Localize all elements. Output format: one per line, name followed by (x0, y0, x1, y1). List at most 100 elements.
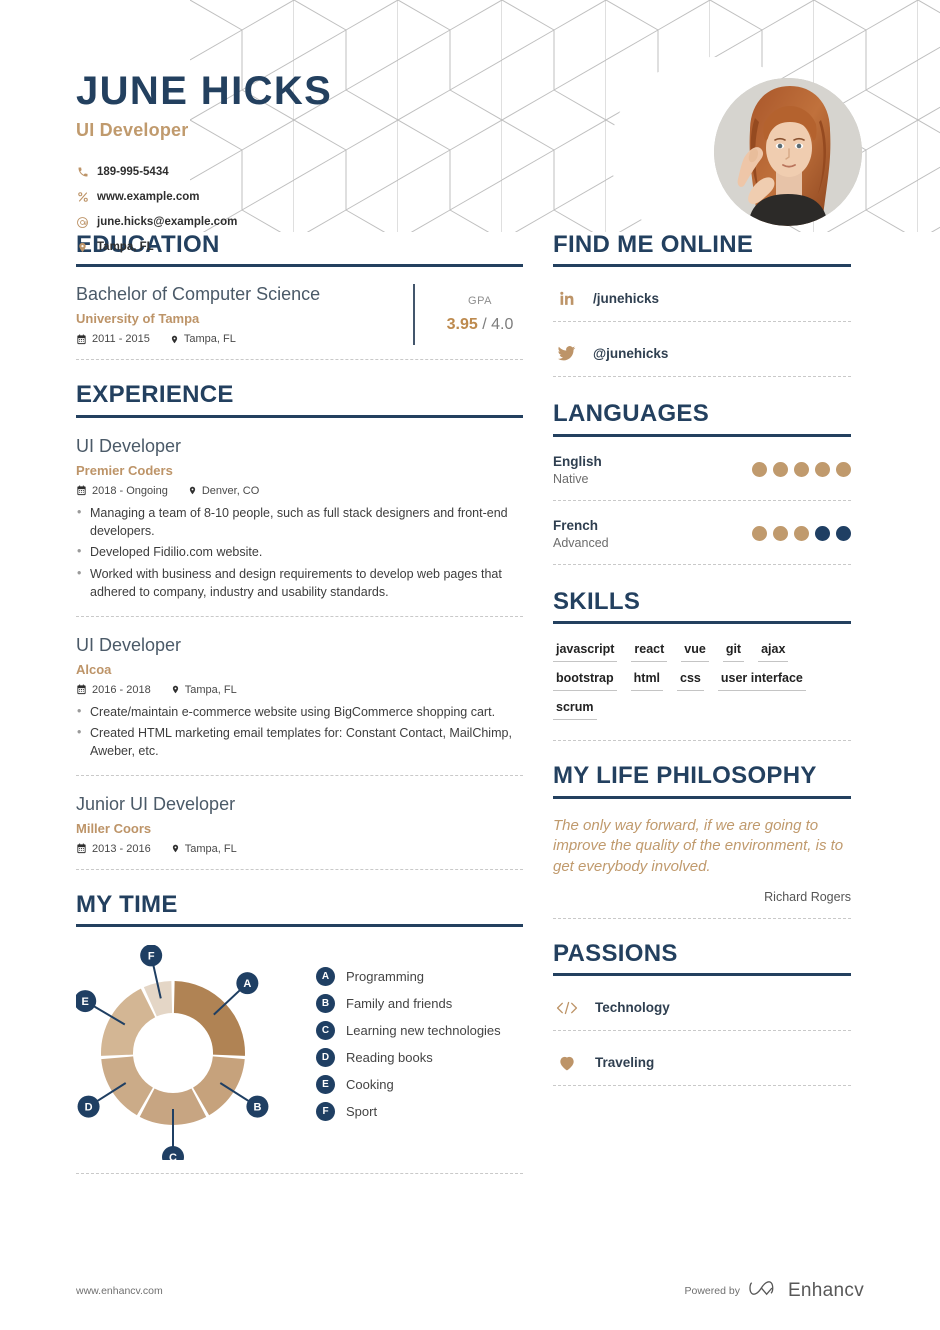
calendar-icon (76, 843, 87, 854)
profile-photo-illustration (714, 78, 862, 226)
contact-email-text: june.hicks@example.com (97, 216, 238, 228)
social-link-linkedin[interactable]: /junehicks (553, 267, 851, 313)
job-location: Denver, CO (188, 485, 259, 497)
gpa-block: GPA 3.95 / 4.0 (413, 284, 523, 346)
contact-website-text: www.example.com (97, 191, 200, 203)
philosophy-quote: The only way forward, if we are going to… (553, 816, 844, 875)
education-location-text: Tampa, FL (183, 333, 236, 346)
location-icon (171, 684, 180, 695)
phone-icon (76, 166, 89, 178)
section-title-languages: LANGUAGES (553, 400, 710, 428)
language-item: French Advanced (553, 501, 851, 550)
section-title-philosophy: MY LIFE PHILOSOPHY (553, 762, 817, 790)
job-company: Alcoa (76, 661, 112, 677)
skill-tag[interactable]: ajax (758, 642, 789, 663)
gpa-separator: / (482, 316, 487, 334)
job-bullet: Created HTML marketing email templates f… (76, 724, 523, 761)
job-company: Miller Coors (76, 820, 152, 836)
skill-tag[interactable]: bootstrap (553, 671, 617, 692)
gpa-max: 4.0 (491, 316, 514, 334)
email-icon (76, 216, 89, 229)
divider (553, 1085, 851, 1087)
language-level: Native (553, 471, 589, 486)
job-location: Tampa, FL (171, 843, 237, 855)
contact-phone[interactable]: 189-995-5434 (76, 165, 366, 179)
skill-tag[interactable]: javascript (553, 642, 618, 663)
skill-tag[interactable]: vue (681, 642, 709, 663)
donut-segment (101, 988, 156, 1057)
heart-icon (555, 1053, 579, 1073)
skills-tag-list: javascript react vue git ajax bootstrap … (553, 624, 851, 721)
education-dates-text: 2011 - 2015 (92, 333, 150, 346)
location-icon (171, 843, 180, 854)
contact-location[interactable]: Tampa, FL (76, 240, 311, 254)
section-philosophy: MY LIFE PHILOSOPHY The only way forward,… (553, 762, 851, 919)
social-link-twitter[interactable]: @junehicks (553, 322, 851, 368)
legend-label: Cooking (346, 1077, 394, 1093)
job-location-text: Denver, CO (201, 484, 260, 497)
location-icon (170, 334, 179, 345)
contact-website[interactable]: www.example.com (76, 190, 366, 204)
donut-badge-label: A (243, 978, 251, 990)
donut-badge-label: E (82, 996, 89, 1008)
legend-label: Sport (346, 1104, 378, 1120)
rating-dot (752, 526, 767, 542)
legend-item: A Programming (316, 967, 501, 987)
legend-item: E Cooking (316, 1075, 501, 1095)
enhancv-logo-icon (749, 1279, 779, 1302)
gpa-value: 3.95 (446, 316, 478, 334)
twitter-handle: @junehicks (593, 346, 669, 362)
donut-badge-label: D (85, 1102, 93, 1114)
rating-dot (752, 462, 767, 478)
job-title: UI Developer (76, 634, 182, 655)
passion-label: Technology (595, 1000, 670, 1016)
link-icon (76, 191, 89, 203)
job-bullet: Worked with business and design requirem… (76, 565, 523, 602)
skill-tag[interactable]: css (677, 671, 704, 692)
job-company: Premier Coders (76, 462, 173, 478)
philosophy-author: Richard Rogers (764, 889, 851, 904)
location-icon (76, 241, 89, 254)
passion-item-traveling: Traveling (553, 1031, 851, 1077)
education-degree: Bachelor of Computer Science (76, 284, 321, 305)
contact-phone-text: 189-995-5434 (97, 166, 169, 178)
divider (553, 563, 851, 565)
calendar-icon (76, 684, 87, 695)
linkedin-icon (555, 289, 577, 308)
skill-tag[interactable]: user interface (717, 671, 806, 692)
divider (76, 359, 523, 361)
donut-segment (173, 981, 245, 1057)
resume-body: EDUCATION Bachelor of Computer Science U… (0, 231, 940, 1180)
job-dates: 2018 - Ongoing (76, 485, 168, 497)
donut-badge-label: F (148, 951, 155, 963)
donut-badge-label: B (253, 1102, 261, 1114)
passion-item-technology: Technology (553, 976, 851, 1022)
rating-dot (794, 462, 809, 478)
left-column: EDUCATION Bachelor of Computer Science U… (74, 231, 523, 1180)
linkedin-handle: /junehicks (593, 291, 660, 307)
contact-email[interactable]: june.hicks@example.com (76, 215, 311, 229)
rating-dot (836, 526, 851, 542)
calendar-icon (76, 485, 87, 496)
legend-label: Reading books (346, 1050, 433, 1066)
legend-label: Programming (346, 969, 425, 985)
skill-tag[interactable]: html (630, 671, 664, 692)
legend-badge: E (316, 1075, 335, 1095)
legend-label: Learning new technologies (346, 1023, 501, 1039)
footer-website[interactable]: www.enhancv.com (76, 1285, 163, 1297)
skill-tag[interactable]: react (631, 642, 668, 663)
skill-tag[interactable]: git (722, 642, 745, 663)
section-experience: EXPERIENCE UI Developer Premier Coders 2… (76, 381, 523, 870)
section-passions: PASSIONS Technology Traveling (553, 940, 851, 1087)
resume-page: JUNE HICKS UI Developer 189-995-5434 www… (0, 0, 940, 1330)
language-level: Advanced (553, 535, 609, 550)
job-dates-text: 2013 - 2016 (92, 842, 151, 855)
job-dates-text: 2018 - Ongoing (92, 484, 168, 497)
legend-badge: A (316, 967, 335, 987)
skill-tag[interactable]: scrum (553, 700, 597, 721)
rating-dot (836, 462, 851, 478)
section-languages: LANGUAGES English Native French Advanced (553, 400, 851, 565)
experience-entry: Junior UI Developer Miller Coors 2013 - … (76, 776, 523, 855)
page-footer: www.enhancv.com Powered by Enhancv (0, 1279, 940, 1302)
resume-header: JUNE HICKS UI Developer 189-995-5434 www… (0, 0, 940, 253)
